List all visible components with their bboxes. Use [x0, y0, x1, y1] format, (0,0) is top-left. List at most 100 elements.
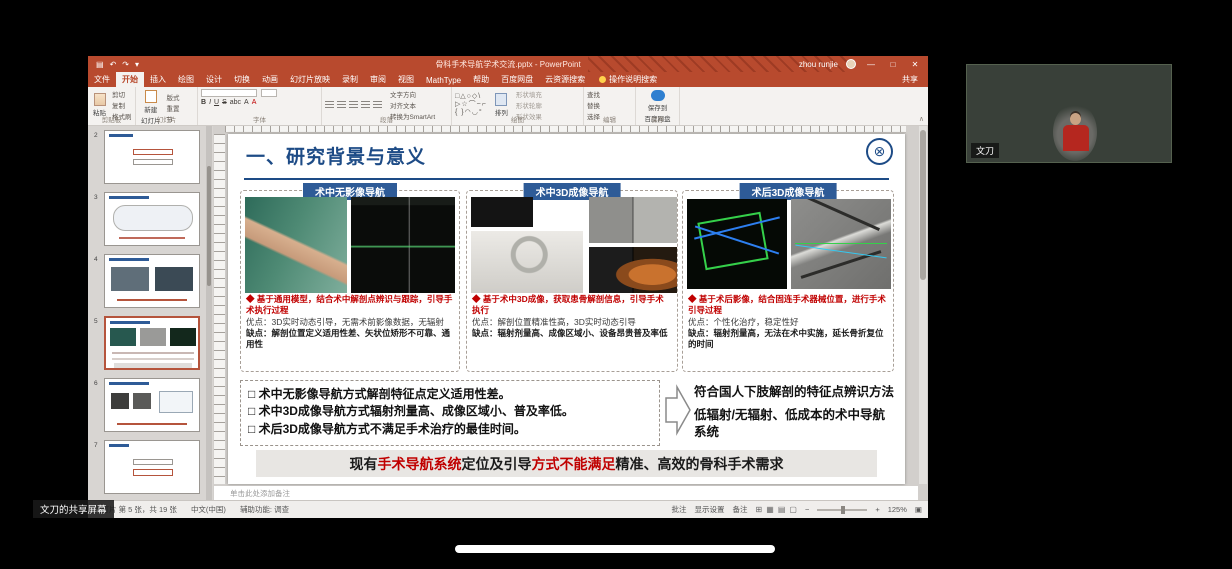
conclusion-banner[interactable]: 现有手术导航系统定位及引导方式不能满足精准、高效的骨科手术需求	[256, 450, 877, 477]
shape-outline-button[interactable]: 形状轮廓	[516, 100, 542, 110]
bold-button[interactable]: B	[201, 99, 206, 106]
surgery-photo[interactable]	[245, 197, 347, 293]
language-status[interactable]: 中文(中国)	[191, 504, 226, 515]
tab-animations[interactable]: 动画	[256, 72, 284, 87]
qat-more-icon[interactable]: ▾	[135, 60, 139, 69]
font-name-box[interactable]	[201, 89, 257, 97]
share-button[interactable]: 共享	[892, 72, 928, 87]
university-logo[interactable]: ⊗	[866, 138, 893, 165]
right-arrow-shape[interactable]	[664, 384, 692, 436]
notes-placeholder[interactable]: 单击此处添加备注	[214, 486, 918, 500]
device-photo-small[interactable]	[471, 197, 533, 227]
tell-me-search[interactable]: 操作说明搜索	[591, 72, 665, 87]
slide-thumbnail-3[interactable]	[104, 192, 200, 246]
tab-help[interactable]: 帮助	[467, 72, 495, 87]
xray-external-fixator-image[interactable]	[791, 199, 891, 289]
tab-cloud-search[interactable]: 云资源搜索	[539, 72, 591, 87]
reset-button[interactable]: 重置	[167, 103, 180, 113]
fit-to-window-icon[interactable]: ▣	[915, 505, 922, 514]
slide-thumbnail-5-selected[interactable]	[104, 316, 200, 370]
tab-baidu-netdisk[interactable]: 百度网盘	[495, 72, 539, 87]
reading-view-icon[interactable]: ▤	[778, 505, 786, 514]
thumb-number: 6	[94, 380, 98, 387]
slide-thumbnail-2[interactable]	[104, 130, 200, 184]
cut-button[interactable]: 剪切	[112, 89, 132, 99]
slide-canvas[interactable]: 一、研究背景与意义 ⊗ 术中无影像导航 ◆ 基于通用模型，结合术中解剖点辨识与跟…	[228, 134, 905, 484]
zoom-in-button[interactable]: +	[875, 505, 879, 514]
column-imageless-nav[interactable]: 术中无影像导航 ◆ 基于通用模型，结合术中解剖点辨识与跟踪，引导手术执行过程 优…	[240, 190, 460, 372]
tab-home[interactable]: 开始	[116, 72, 144, 87]
maximize-button[interactable]: □	[886, 60, 900, 69]
numbering-icon[interactable]	[337, 101, 346, 109]
shared-screen-label: 文刀的共享屏幕	[33, 500, 114, 518]
ct-and-3d-bone-images[interactable]	[589, 247, 677, 293]
tab-record[interactable]: 录制	[336, 72, 364, 87]
align-left-icon[interactable]	[361, 101, 370, 109]
display-settings-button[interactable]: 显示设置	[695, 504, 725, 515]
thumbnail-scrollbar[interactable]	[206, 126, 212, 500]
summary-box[interactable]: □ 术中无影像导航方式解剖特征点定义适用性差。 □ 术中3D成像导航方式辐射剂量…	[240, 380, 660, 446]
save-icon[interactable]: ▤	[96, 60, 104, 69]
replace-button[interactable]: 替换	[587, 100, 632, 110]
notes-button[interactable]: 备注	[733, 504, 748, 515]
slideshow-icon[interactable]: ▢	[789, 505, 797, 514]
zoom-out-button[interactable]: −	[805, 505, 809, 514]
font-size-box[interactable]	[261, 89, 277, 97]
find-button[interactable]: 查找	[587, 89, 632, 99]
align-text-button[interactable]: 对齐文本	[390, 100, 435, 110]
slide-scrollbar[interactable]	[919, 126, 927, 484]
layout-button[interactable]: 版式	[167, 92, 180, 102]
home-indicator-bar[interactable]	[455, 545, 775, 553]
close-button[interactable]: ✕	[908, 60, 922, 69]
slide-thumbnail-6[interactable]	[104, 378, 200, 432]
column-intraop-3d-nav[interactable]: 术中3D成像导航 ◆ 基于术中3D成像，获取患骨解剖信息，引导手术执行 优点：解…	[466, 190, 678, 372]
3d-frame-render-image[interactable]	[687, 199, 787, 289]
column-pros: 优点：个性化治疗，稳定性好	[688, 317, 888, 328]
minimize-button[interactable]: —	[864, 60, 878, 69]
slide-title[interactable]: 一、研究背景与意义	[246, 142, 426, 169]
powerpoint-window: ▤ ↶ ↷ ▾ 骨科手术导航学术交流.pptx - PowerPoint zho…	[88, 56, 928, 518]
redo-icon[interactable]: ↷	[122, 60, 129, 69]
accessibility-status[interactable]: 辅助功能: 调查	[240, 504, 289, 515]
collapse-ribbon-icon[interactable]: ∧	[919, 115, 924, 123]
normal-view-icon[interactable]: ⊞	[756, 505, 763, 514]
outcome-textbox[interactable]: 符合国人下肢解剖的特征点辨识方法 低辐射/无辐射、低成本的术中导航系统	[694, 384, 896, 447]
slide-thumbnail-4[interactable]	[104, 254, 200, 308]
tab-insert[interactable]: 插入	[144, 72, 172, 87]
indent-icon[interactable]	[349, 101, 358, 109]
font-color-button[interactable]: A	[252, 99, 257, 106]
column-cons: 缺点：辐射剂量高，无法在术中实施，延长骨折复位的时间	[688, 328, 888, 350]
zoom-level[interactable]: 125%	[888, 505, 907, 514]
column-postop-3d-nav[interactable]: 术后3D成像导航 ◆ 基于术后影像，结合固连手术器械位置，进行手术引导过程	[682, 190, 894, 372]
italic-button[interactable]: I	[209, 99, 211, 106]
copy-button[interactable]: 复制	[112, 100, 132, 110]
account-avatar[interactable]	[846, 59, 856, 69]
zoom-slider[interactable]	[817, 509, 867, 511]
xray-images[interactable]	[589, 197, 677, 243]
grow-font-button[interactable]: A	[244, 99, 249, 106]
tab-transitions[interactable]: 切换	[228, 72, 256, 87]
tab-review[interactable]: 审阅	[364, 72, 392, 87]
bullets-icon[interactable]	[325, 101, 334, 109]
tab-mathtype[interactable]: MathType	[420, 74, 467, 87]
tab-file[interactable]: 文件	[88, 72, 116, 87]
clear-format-button[interactable]: abc	[230, 99, 241, 106]
slide-sorter-icon[interactable]: ▦	[766, 505, 774, 514]
strikethrough-button[interactable]: S	[222, 99, 227, 106]
account-name[interactable]: zhou runjie	[799, 60, 838, 69]
comments-button[interactable]: 批注	[672, 504, 687, 515]
undo-icon[interactable]: ↶	[110, 60, 117, 69]
tab-draw[interactable]: 绘图	[172, 72, 200, 87]
tab-design[interactable]: 设计	[200, 72, 228, 87]
tab-slideshow[interactable]: 幻灯片放映	[284, 72, 336, 87]
participant-name-label: 文刀	[971, 143, 999, 158]
navigation-screen-image[interactable]	[351, 197, 455, 293]
text-direction-button[interactable]: 文字方向	[390, 89, 435, 99]
shape-fill-button[interactable]: 形状填充	[516, 89, 542, 99]
tab-view[interactable]: 视图	[392, 72, 420, 87]
slide-thumbnail-7[interactable]	[104, 440, 200, 494]
participant-video-tile[interactable]: 文刀	[966, 64, 1172, 163]
underline-button[interactable]: U	[214, 99, 219, 106]
c-arm-machine-photo[interactable]	[471, 231, 583, 293]
align-center-icon[interactable]	[373, 101, 382, 109]
